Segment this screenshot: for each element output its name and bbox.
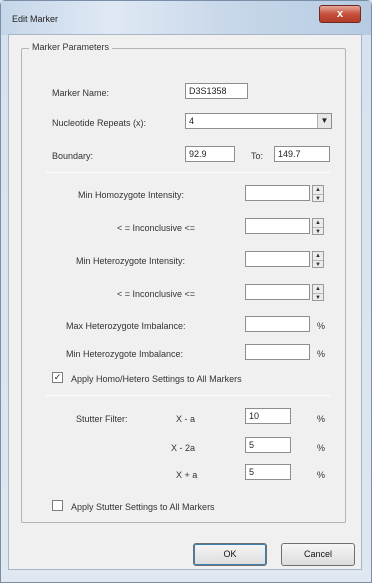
min-heterozygote-intensity-label: Min Heterozygote Intensity: [76, 256, 186, 266]
homozygote-inconclusive-spinner[interactable]: ▲ ▼ [312, 218, 324, 235]
stutter-row3-label: X + a [176, 470, 198, 480]
percent-label: % [317, 470, 326, 480]
separator [46, 395, 330, 396]
min-homozygote-intensity-label: Min Homozygote Intensity: [78, 190, 185, 200]
title-bar[interactable]: Edit Marker x [1, 1, 371, 35]
dialog-title: Edit Marker [12, 14, 59, 24]
min-homozygote-intensity-input[interactable] [245, 185, 310, 201]
boundary-label: Boundary: [52, 151, 94, 161]
min-heterozygote-imbalance-label: Min Heterozygote Imbalance: [66, 349, 184, 359]
percent-label: % [317, 443, 326, 453]
apply-stutter-label: Apply Stutter Settings to All Markers [71, 502, 215, 512]
spin-up-icon[interactable]: ▲ [313, 186, 323, 194]
homozygote-inconclusive-label: < = Inconclusive <= [117, 223, 196, 233]
heterozygote-inconclusive-spinner[interactable]: ▲ ▼ [312, 284, 324, 301]
spin-down-icon[interactable]: ▼ [313, 292, 323, 301]
spin-up-icon[interactable]: ▲ [313, 252, 323, 260]
max-heterozygote-imbalance-label: Max Heterozygote Imbalance: [66, 321, 186, 331]
stutter-x-minus-a-input[interactable]: 10 [245, 408, 291, 424]
boundary-to-label: To: [251, 151, 264, 161]
stutter-filter-label: Stutter Filter: [76, 414, 128, 424]
homozygote-inconclusive-input[interactable] [245, 218, 310, 234]
spin-down-icon[interactable]: ▼ [313, 259, 323, 268]
stutter-x-plus-a-input[interactable]: 5 [245, 464, 291, 480]
spin-down-icon[interactable]: ▼ [313, 226, 323, 235]
stutter-row1-label: X - a [176, 414, 196, 424]
nucleotide-repeats-select[interactable]: 4 ▼ [185, 113, 332, 129]
separator [46, 172, 330, 173]
heterozygote-inconclusive-input[interactable] [245, 284, 310, 300]
percent-label: % [317, 414, 326, 424]
max-heterozygote-imbalance-input[interactable] [245, 316, 310, 332]
min-heterozygote-intensity-input[interactable] [245, 251, 310, 267]
percent-label: % [317, 349, 326, 359]
marker-name-label: Marker Name: [52, 88, 110, 98]
min-heterozygote-imbalance-input[interactable] [245, 344, 310, 360]
percent-label: % [317, 321, 326, 331]
group-label: Marker Parameters [29, 42, 113, 52]
heterozygote-inconclusive-label: < = Inconclusive <= [117, 289, 196, 299]
stutter-row2-label: X - 2a [171, 443, 196, 453]
stutter-x-minus-2a-input[interactable]: 5 [245, 437, 291, 453]
close-button[interactable]: x [319, 5, 361, 23]
nucleotide-repeats-label: Nucleotide Repeats (x): [52, 118, 147, 128]
spin-down-icon[interactable]: ▼ [313, 193, 323, 202]
apply-stutter-checkbox[interactable] [52, 500, 63, 511]
min-homozygote-intensity-spinner[interactable]: ▲ ▼ [312, 185, 324, 202]
boundary-to-input[interactable]: 149.7 [274, 146, 330, 162]
apply-homo-hetero-label: Apply Homo/Hetero Settings to All Marker… [71, 374, 242, 384]
ok-button[interactable]: OK [193, 543, 267, 566]
nucleotide-repeats-value: 4 [189, 116, 195, 126]
boundary-from-input[interactable]: 92.9 [185, 146, 235, 162]
min-heterozygote-intensity-spinner[interactable]: ▲ ▼ [312, 251, 324, 268]
spin-up-icon[interactable]: ▲ [313, 219, 323, 227]
marker-name-input[interactable]: D3S1358 [185, 83, 248, 99]
apply-homo-hetero-checkbox[interactable]: ✓ [52, 372, 63, 383]
spin-up-icon[interactable]: ▲ [313, 285, 323, 293]
chevron-down-icon[interactable]: ▼ [317, 114, 331, 128]
cancel-button[interactable]: Cancel [281, 543, 355, 566]
